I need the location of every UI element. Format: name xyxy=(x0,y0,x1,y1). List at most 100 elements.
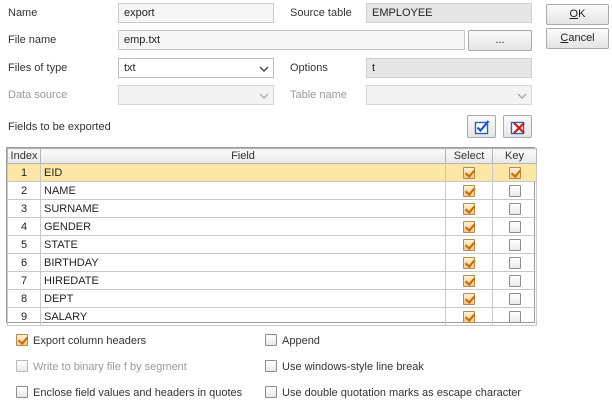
append-option[interactable]: Append xyxy=(265,334,320,350)
row-select-checkbox[interactable] xyxy=(463,310,475,323)
fields-table: Index Field Select Key 1 EID 2 NAME 3 SURNAME… xyxy=(6,147,537,326)
row-select-cell xyxy=(445,253,493,272)
row-key-checkbox[interactable] xyxy=(508,184,521,197)
source-table-field: EMPLOYEE xyxy=(366,3,532,23)
column-header-index[interactable]: Index xyxy=(7,148,41,164)
row-field-name[interactable]: BIRTHDAY xyxy=(40,253,446,272)
append-checkbox[interactable] xyxy=(265,334,277,347)
row-key-cell xyxy=(492,181,537,200)
binary-segment-label: Write to binary file f by segment xyxy=(33,361,187,373)
name-input[interactable]: export xyxy=(118,3,274,23)
table-row[interactable]: 2 NAME xyxy=(7,181,537,200)
double-quote-escape-label: Use double quotation marks as escape cha… xyxy=(282,387,522,399)
enclose-quotes-option[interactable]: Enclose field values and headers in quot… xyxy=(16,386,242,402)
row-key-cell xyxy=(492,271,537,290)
double-quote-escape-checkbox[interactable] xyxy=(265,386,277,399)
table-row[interactable]: 6 BIRTHDAY xyxy=(7,253,537,272)
row-select-checkbox[interactable] xyxy=(463,184,475,197)
row-field-name[interactable]: SURNAME xyxy=(40,199,446,218)
data-source-label: Data source xyxy=(8,89,68,101)
row-field-name[interactable]: EID xyxy=(40,163,446,182)
row-key-cell xyxy=(492,217,537,236)
name-label: Name xyxy=(8,7,38,19)
table-row[interactable]: 3 SURNAME xyxy=(7,199,537,218)
row-select-cell xyxy=(445,235,493,254)
row-select-checkbox[interactable] xyxy=(463,202,475,215)
enclose-quotes-label: Enclose field values and headers in quot… xyxy=(33,387,243,399)
chevron-down-icon xyxy=(259,93,269,99)
enclose-quotes-checkbox[interactable] xyxy=(16,386,28,399)
windows-linebreak-option[interactable]: Use windows-style line break xyxy=(265,360,424,376)
append-label: Append xyxy=(282,335,320,347)
row-select-cell xyxy=(445,289,493,308)
fields-to-export-label: Fields to be exported xyxy=(8,121,111,133)
row-index: 7 xyxy=(7,271,41,290)
row-index: 9 xyxy=(7,307,41,326)
cancel-button[interactable]: Cancel xyxy=(546,28,609,49)
row-field-name[interactable]: SALARY xyxy=(40,307,446,326)
export-headers-checkbox[interactable] xyxy=(16,334,28,347)
chevron-down-icon xyxy=(259,66,269,72)
row-key-cell xyxy=(492,235,537,254)
row-select-cell xyxy=(445,163,493,182)
row-field-name[interactable]: HIREDATE xyxy=(40,271,446,290)
row-index: 8 xyxy=(7,289,41,308)
row-key-checkbox[interactable] xyxy=(508,166,521,179)
row-key-checkbox[interactable] xyxy=(508,256,521,269)
row-key-checkbox[interactable] xyxy=(508,202,521,215)
row-key-cell xyxy=(492,307,537,326)
export-headers-option[interactable]: Export column headers xyxy=(16,334,146,350)
binary-segment-option: Write to binary file f by segment xyxy=(16,360,187,376)
table-row[interactable]: 9 SALARY xyxy=(7,307,537,326)
select-all-check-icon xyxy=(474,120,490,135)
options-input[interactable]: t xyxy=(366,58,532,78)
column-header-key[interactable]: Key xyxy=(492,148,537,164)
row-key-cell xyxy=(492,289,537,308)
deselect-all-button[interactable] xyxy=(503,115,532,138)
row-select-cell xyxy=(445,307,493,326)
table-row[interactable]: 7 HIREDATE xyxy=(7,271,537,290)
row-key-checkbox[interactable] xyxy=(508,310,521,323)
row-key-checkbox[interactable] xyxy=(508,220,521,233)
ok-button[interactable]: OK xyxy=(546,4,609,25)
row-index: 5 xyxy=(7,235,41,254)
options-label: Options xyxy=(290,62,328,74)
row-field-name[interactable]: STATE xyxy=(40,235,446,254)
files-of-type-value: txt xyxy=(124,62,136,74)
row-select-checkbox[interactable] xyxy=(463,166,475,179)
row-index: 2 xyxy=(7,181,41,200)
table-row[interactable]: 8 DEPT xyxy=(7,289,537,308)
column-header-select[interactable]: Select xyxy=(445,148,493,164)
column-header-field[interactable]: Field xyxy=(40,148,446,164)
row-field-name[interactable]: NAME xyxy=(40,181,446,200)
browse-button[interactable]: ... xyxy=(468,30,532,51)
row-key-checkbox[interactable] xyxy=(508,274,521,287)
files-of-type-select[interactable]: txt xyxy=(118,58,274,78)
row-index: 4 xyxy=(7,217,41,236)
row-key-cell xyxy=(492,253,537,272)
row-select-checkbox[interactable] xyxy=(463,220,475,233)
windows-linebreak-checkbox[interactable] xyxy=(265,360,277,373)
row-select-checkbox[interactable] xyxy=(463,238,475,251)
row-key-cell xyxy=(492,199,537,218)
row-key-checkbox[interactable] xyxy=(508,238,521,251)
file-name-input[interactable]: emp.txt xyxy=(118,30,465,50)
row-field-name[interactable]: DEPT xyxy=(40,289,446,308)
windows-linebreak-label: Use windows-style line break xyxy=(282,361,424,373)
row-select-checkbox[interactable] xyxy=(463,274,475,287)
binary-segment-checkbox xyxy=(16,360,28,373)
row-select-checkbox[interactable] xyxy=(463,292,475,305)
row-key-checkbox[interactable] xyxy=(508,292,521,305)
row-field-name[interactable]: GENDER xyxy=(40,217,446,236)
select-all-button[interactable] xyxy=(467,115,496,138)
double-quote-escape-option[interactable]: Use double quotation marks as escape cha… xyxy=(265,386,521,402)
table-name-select xyxy=(366,85,532,105)
file-name-label: File name xyxy=(8,34,57,46)
table-row[interactable]: 4 GENDER xyxy=(7,217,537,236)
chevron-down-icon xyxy=(517,93,527,99)
row-select-checkbox[interactable] xyxy=(463,256,475,269)
row-select-cell xyxy=(445,199,493,218)
table-row[interactable]: 5 STATE xyxy=(7,235,537,254)
table-row[interactable]: 1 EID xyxy=(7,163,537,182)
table-name-label: Table name xyxy=(290,89,347,101)
